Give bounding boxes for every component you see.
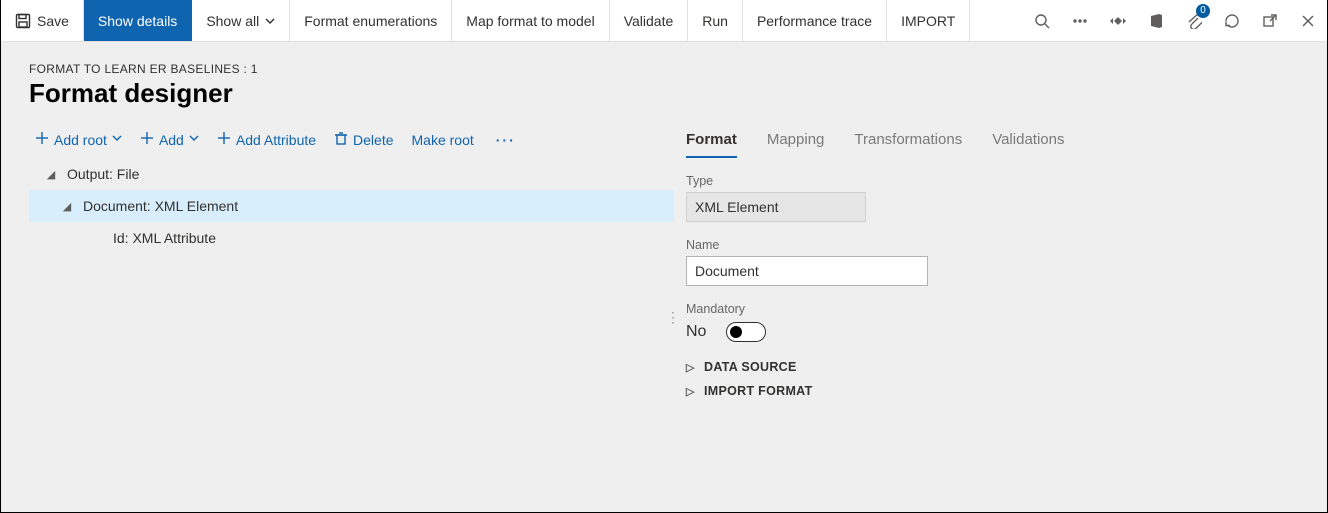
map-format-button[interactable]: Map format to model [452, 0, 609, 41]
properties-panel: ⋮ Format Mapping Transformations Validat… [686, 131, 1299, 398]
search-button[interactable] [1023, 0, 1061, 41]
add-root-label: Add root [54, 132, 107, 148]
chevron-down-icon [189, 133, 199, 146]
close-button[interactable] [1289, 0, 1327, 41]
add-label: Add [159, 132, 184, 148]
tab-transformations[interactable]: Transformations [854, 131, 962, 158]
save-label: Save [37, 13, 69, 29]
map-format-label: Map format to model [466, 13, 594, 29]
add-attribute-label: Add Attribute [236, 132, 316, 148]
collapse-icon[interactable]: ◢ [59, 200, 75, 213]
search-icon [1034, 13, 1050, 29]
add-button[interactable]: Add [140, 131, 199, 148]
type-field: Type XML Element [686, 174, 1299, 222]
popout-button[interactable] [1251, 0, 1289, 41]
plus-icon [217, 131, 231, 148]
format-enumerations-button[interactable]: Format enumerations [290, 0, 452, 41]
type-label: Type [686, 174, 1299, 188]
run-button[interactable]: Run [688, 0, 743, 41]
add-attribute-button[interactable]: Add Attribute [217, 131, 316, 148]
plus-icon [35, 131, 49, 148]
datasource-expander[interactable]: ▷ DATA SOURCE [686, 360, 1299, 374]
office-icon [1148, 13, 1164, 29]
make-root-button[interactable]: Make root [412, 132, 474, 148]
performance-trace-label: Performance trace [757, 13, 872, 29]
refresh-button[interactable] [1213, 0, 1251, 41]
show-details-label: Show details [98, 13, 177, 29]
tree-node-document[interactable]: ◢ Document: XML Element [29, 190, 674, 222]
import-label: IMPORT [901, 13, 955, 29]
refresh-icon [1224, 13, 1240, 29]
name-input[interactable] [686, 256, 928, 286]
chevron-down-icon [265, 13, 275, 29]
splitter-handle[interactable]: ⋮ [666, 315, 680, 319]
show-all-label: Show all [206, 13, 259, 29]
type-value: XML Element [686, 192, 866, 222]
save-button[interactable]: Save [1, 0, 84, 41]
datasource-label: DATA SOURCE [704, 360, 797, 374]
tree-more-button[interactable]: ··· [492, 132, 520, 148]
page-body: FORMAT TO LEARN ER BASELINES : 1 Format … [1, 42, 1327, 512]
properties-tabs: Format Mapping Transformations Validatio… [686, 131, 1299, 158]
mandatory-toggle[interactable] [726, 322, 766, 342]
chevron-down-icon [112, 133, 122, 146]
add-root-button[interactable]: Add root [35, 131, 122, 148]
popout-icon [1262, 13, 1278, 29]
import-button[interactable]: IMPORT [887, 0, 970, 41]
tab-mapping[interactable]: Mapping [767, 131, 825, 158]
save-icon [15, 13, 31, 29]
make-root-label: Make root [412, 132, 474, 148]
validate-label: Validate [624, 13, 674, 29]
show-details-button[interactable]: Show details [84, 0, 192, 41]
command-bar: Save Show details Show all Format enumer… [1, 0, 1327, 42]
tree-node-label: Id: XML Attribute [113, 230, 216, 246]
connector-button[interactable] [1099, 0, 1137, 41]
chevron-right-icon: ▷ [686, 361, 696, 374]
collapse-icon[interactable]: ◢ [43, 168, 59, 181]
tree-node-output[interactable]: ◢ Output: File [29, 158, 674, 190]
tab-validations[interactable]: Validations [992, 131, 1064, 158]
tab-format[interactable]: Format [686, 131, 737, 158]
mandatory-label: Mandatory [686, 302, 1299, 316]
more-icon [1072, 13, 1088, 29]
format-tree-panel: Add root Add Add Attribute Delete [29, 131, 674, 254]
delete-label: Delete [353, 132, 393, 148]
show-all-button[interactable]: Show all [192, 0, 290, 41]
performance-trace-button[interactable]: Performance trace [743, 0, 887, 41]
name-label: Name [686, 238, 1299, 252]
connector-icon [1110, 13, 1126, 29]
run-label: Run [702, 13, 728, 29]
tree-node-label: Document: XML Element [83, 198, 238, 214]
attachments-badge: 0 [1196, 4, 1210, 18]
plus-icon [140, 131, 154, 148]
format-enumerations-label: Format enumerations [304, 13, 437, 29]
format-tree: ◢ Output: File ◢ Document: XML Element I… [29, 158, 674, 254]
tree-toolbar: Add root Add Add Attribute Delete [29, 131, 674, 158]
name-field: Name [686, 238, 1299, 286]
office-button[interactable] [1137, 0, 1175, 41]
chevron-right-icon: ▷ [686, 385, 696, 398]
mandatory-field: Mandatory No [686, 302, 1299, 342]
importformat-expander[interactable]: ▷ IMPORT FORMAT [686, 384, 1299, 398]
delete-button[interactable]: Delete [334, 131, 393, 148]
more-button[interactable] [1061, 0, 1099, 41]
mandatory-value: No [686, 323, 706, 341]
importformat-label: IMPORT FORMAT [704, 384, 813, 398]
tree-node-id[interactable]: Id: XML Attribute [29, 222, 674, 254]
trash-icon [334, 131, 348, 148]
tree-node-label: Output: File [67, 166, 139, 182]
attachments-button[interactable]: 0 [1175, 0, 1213, 41]
close-icon [1300, 13, 1316, 29]
validate-button[interactable]: Validate [610, 0, 689, 41]
page-title: Format designer [29, 78, 1299, 109]
toggle-knob [730, 326, 742, 338]
breadcrumb: FORMAT TO LEARN ER BASELINES : 1 [29, 62, 1299, 76]
